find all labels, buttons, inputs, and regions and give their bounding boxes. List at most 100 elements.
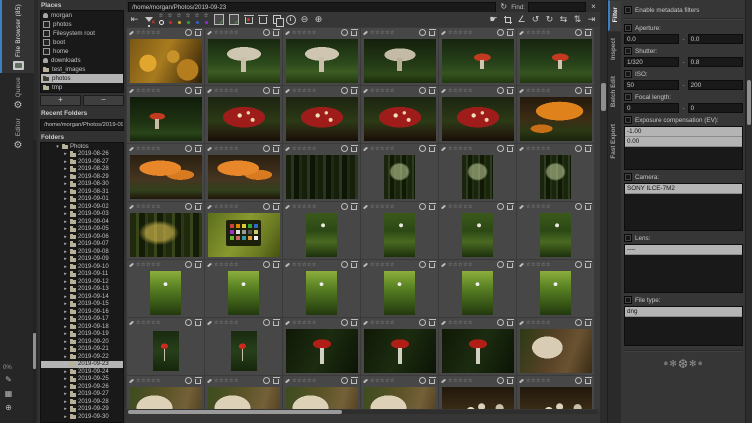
folder-item[interactable]: ▸2019-09-21	[41, 346, 123, 354]
folder-item[interactable]: ▸2019-09-25	[41, 376, 123, 384]
trash-icon[interactable]	[351, 321, 357, 326]
trash-icon[interactable]	[351, 89, 357, 94]
profile-wrench-icon[interactable]	[129, 88, 134, 93]
rank-stars[interactable]: ☆☆☆☆☆	[136, 30, 161, 36]
thumbnail-image[interactable]	[384, 155, 415, 199]
tab-batch-edit[interactable]: Batch Edit	[608, 69, 622, 116]
profile-wrench-icon[interactable]	[519, 262, 524, 267]
tree-collapsed-icon[interactable]: ▸	[63, 181, 68, 187]
shutter-to-input[interactable]: 0.8	[688, 57, 743, 67]
thumbnail-image[interactable]	[540, 155, 571, 199]
thumbnail-cell[interactable]: ☆☆☆☆☆	[439, 86, 516, 143]
folder-item[interactable]: ▸2019-09-23	[41, 361, 123, 369]
profile-wrench-icon[interactable]	[207, 88, 212, 93]
flip-vertical-button[interactable]: ⇅	[572, 13, 583, 26]
tree-collapsed-icon[interactable]: ▸	[63, 316, 68, 322]
folder-item[interactable]: ▸2019-09-27	[41, 391, 123, 399]
rank-stars[interactable]: ☆☆☆☆☆	[292, 262, 317, 268]
thumbnail-cell[interactable]: ☆☆☆☆☆	[205, 376, 282, 409]
color-label-icon[interactable]	[575, 87, 582, 94]
tree-collapsed-icon[interactable]: ▸	[63, 391, 68, 397]
folder-item[interactable]: ▸2019-09-09	[41, 256, 123, 264]
color-label-icon[interactable]	[497, 145, 504, 152]
profile-wrench-icon[interactable]	[519, 204, 524, 209]
trash-icon[interactable]	[195, 379, 201, 384]
thumbnail-cell[interactable]: ☆☆☆☆☆	[361, 28, 438, 85]
color-label-icon[interactable]	[497, 377, 504, 384]
folder-item[interactable]: ▸2019-08-30	[41, 181, 123, 189]
thumbnail-cell[interactable]: ☆☆☆☆☆	[439, 318, 516, 375]
folder-item[interactable]: ▸2019-09-17	[41, 316, 123, 324]
thumbnail-cell[interactable]: ☆☆☆☆☆	[517, 144, 594, 201]
target-icon[interactable]: ⊕	[3, 402, 14, 413]
color-label-icon[interactable]	[341, 87, 348, 94]
tree-collapsed-icon[interactable]: ▸	[63, 196, 68, 202]
trash-icon[interactable]	[507, 31, 513, 36]
color-label-icon[interactable]	[263, 261, 270, 268]
trash-icon[interactable]	[507, 205, 513, 210]
folder-item[interactable]: ▸2019-08-28	[41, 166, 123, 174]
rank-stars[interactable]: ☆☆☆☆☆	[214, 30, 239, 36]
trash-icon[interactable]	[429, 321, 435, 326]
close-icon[interactable]: ×	[589, 2, 598, 12]
color-label-icon[interactable]	[575, 377, 582, 384]
color-label-icon[interactable]	[419, 87, 426, 94]
tree-expanded-icon[interactable]: ▾	[55, 144, 60, 150]
thumbnail-image[interactable]	[130, 213, 202, 257]
trash-icon[interactable]	[273, 147, 279, 152]
scrollbar-thumb[interactable]	[33, 333, 36, 369]
trash-icon[interactable]	[585, 321, 591, 326]
scrollbar-thumb[interactable]	[601, 83, 606, 111]
profile-wrench-icon[interactable]	[207, 30, 212, 35]
folder-item[interactable]: ▸2019-08-31	[41, 188, 123, 196]
color-label-icon[interactable]	[185, 87, 192, 94]
places-item[interactable]: photos	[41, 20, 123, 29]
thumbnail-cell[interactable]: ☆☆☆☆☆	[127, 260, 204, 317]
thumbnail-image[interactable]	[364, 97, 436, 141]
thumbnail-cell[interactable]: ☆☆☆☆☆	[361, 318, 438, 375]
rank-stars[interactable]: ☆☆☆☆☆	[370, 320, 395, 326]
thumbnail-image[interactable]	[540, 213, 571, 257]
profile-wrench-icon[interactable]	[285, 262, 290, 267]
tab-filter[interactable]: Filter	[608, 0, 622, 31]
tree-collapsed-icon[interactable]: ▸	[63, 234, 68, 240]
places-item[interactable]: test_images	[41, 65, 123, 74]
thumbnail-cell[interactable]: ☆☆☆☆☆	[361, 144, 438, 201]
folder-item[interactable]: ▸2019-09-10	[41, 263, 123, 271]
places-item[interactable]: boot	[41, 38, 123, 47]
trash-icon[interactable]	[429, 205, 435, 210]
trash-icon[interactable]	[351, 263, 357, 268]
thumbnail-image[interactable]	[364, 329, 436, 373]
tree-collapsed-icon[interactable]: ▸	[63, 309, 68, 315]
tree-collapsed-icon[interactable]: ▸	[63, 264, 68, 270]
profile-wrench-icon[interactable]	[285, 146, 290, 151]
thumbnail-cell[interactable]: ☆☆☆☆☆	[127, 376, 204, 409]
trash-icon[interactable]	[507, 379, 513, 384]
profile-wrench-icon[interactable]	[441, 320, 446, 325]
profile-wrench-icon[interactable]	[441, 88, 446, 93]
trash-icon[interactable]	[273, 205, 279, 210]
tree-collapsed-icon[interactable]: ▸	[63, 294, 68, 300]
profile-wrench-icon[interactable]	[519, 378, 524, 383]
thumbnail-cell[interactable]: ☆☆☆☆☆	[205, 260, 282, 317]
tree-collapsed-icon[interactable]: ▸	[63, 369, 68, 375]
tree-collapsed-icon[interactable]: ▸	[63, 339, 68, 345]
color-label-icon[interactable]	[497, 203, 504, 210]
thumbnail-cell[interactable]: ☆☆☆☆☆	[127, 318, 204, 375]
color-label-icon[interactable]	[419, 145, 426, 152]
color-label-icon[interactable]	[263, 203, 270, 210]
thumbnail-image[interactable]	[520, 39, 592, 83]
thumbnail-cell[interactable]: ☆☆☆☆☆	[517, 260, 594, 317]
tree-collapsed-icon[interactable]: ▸	[63, 331, 68, 337]
thumbnail-image[interactable]	[442, 329, 514, 373]
thumbnail-image[interactable]	[130, 97, 202, 141]
folder-item[interactable]: ▸2019-09-29	[41, 406, 123, 414]
remove-place-button[interactable]: −	[83, 95, 124, 106]
tree-collapsed-icon[interactable]: ▸	[63, 159, 68, 165]
tree-collapsed-icon[interactable]: ▸	[63, 219, 68, 225]
thumbnail-image[interactable]	[150, 271, 181, 315]
profile-wrench-icon[interactable]	[129, 378, 134, 383]
color-label-icon[interactable]	[341, 145, 348, 152]
aperture-to-input[interactable]: 0.0	[688, 34, 743, 44]
folder-item[interactable]: ▸2019-09-26	[41, 383, 123, 391]
